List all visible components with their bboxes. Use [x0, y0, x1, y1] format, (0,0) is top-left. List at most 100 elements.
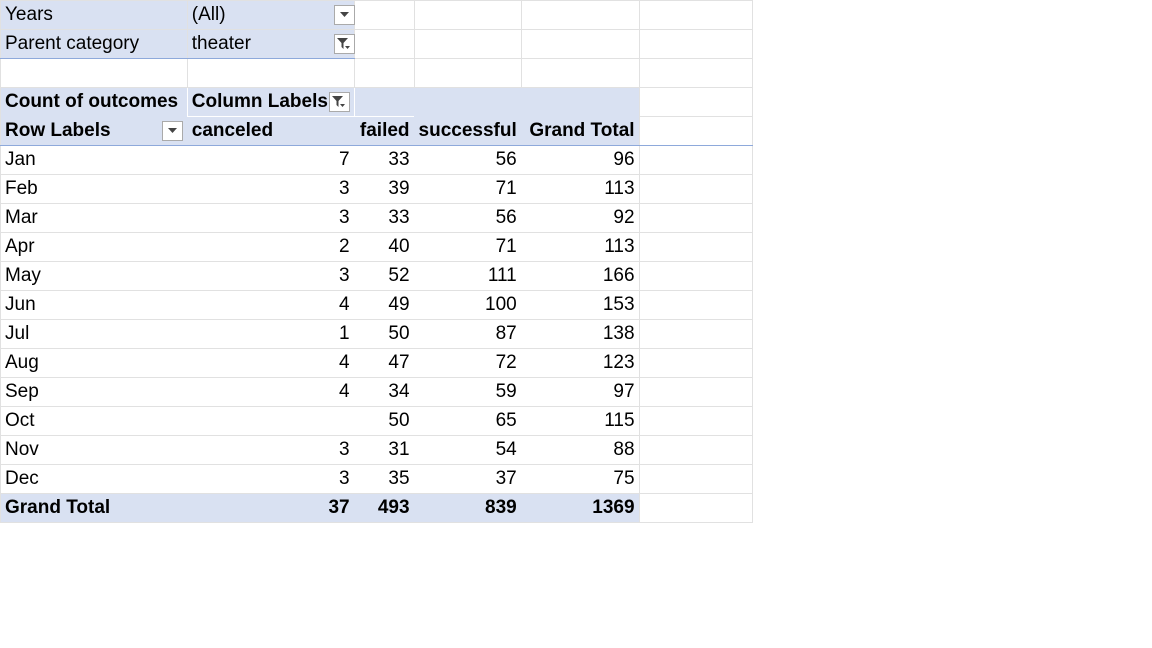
empty-cell[interactable]: [639, 319, 754, 349]
column-header-failed[interactable]: failed: [354, 116, 415, 146]
cell-canceled[interactable]: 4: [187, 290, 355, 320]
empty-cell[interactable]: [414, 29, 522, 59]
column-header-successful[interactable]: successful: [414, 116, 522, 146]
column-filter-cell[interactable]: [328, 87, 415, 117]
row-label[interactable]: Oct: [0, 406, 188, 436]
empty-cell[interactable]: [639, 87, 754, 117]
empty-cell[interactable]: [414, 58, 522, 88]
cell-grand-total[interactable]: 88: [521, 435, 640, 465]
cell-successful[interactable]: 56: [414, 145, 522, 175]
column-header-canceled[interactable]: canceled: [187, 116, 355, 146]
value-field-label[interactable]: Count of outcomes: [0, 87, 188, 117]
cell-grand-total[interactable]: 92: [521, 203, 640, 233]
dropdown-arrow-icon[interactable]: [333, 5, 355, 25]
empty-cell[interactable]: [639, 29, 754, 59]
empty-cell[interactable]: [639, 203, 754, 233]
grand-total-failed[interactable]: 493: [354, 493, 415, 523]
cell-grand-total[interactable]: 75: [521, 464, 640, 494]
row-label[interactable]: Sep: [0, 377, 188, 407]
empty-cell[interactable]: [354, 58, 415, 88]
cell-grand-total[interactable]: 153: [521, 290, 640, 320]
cell-failed[interactable]: 34: [354, 377, 415, 407]
cell-canceled[interactable]: 7: [187, 145, 355, 175]
cell-canceled[interactable]: 2: [187, 232, 355, 262]
empty-cell[interactable]: [639, 406, 754, 436]
empty-cell[interactable]: [639, 116, 754, 146]
cell-canceled[interactable]: 3: [187, 174, 355, 204]
cell-successful[interactable]: 65: [414, 406, 522, 436]
empty-cell[interactable]: [414, 0, 522, 30]
grand-total-label[interactable]: Grand Total: [0, 493, 188, 523]
grand-total-total[interactable]: 1369: [521, 493, 640, 523]
cell-successful[interactable]: 37: [414, 464, 522, 494]
empty-cell[interactable]: [187, 58, 355, 88]
cell-canceled[interactable]: 3: [187, 464, 355, 494]
cell-failed[interactable]: 35: [354, 464, 415, 494]
cell-failed[interactable]: 40: [354, 232, 415, 262]
row-label[interactable]: Jan: [0, 145, 188, 175]
cell-failed[interactable]: 47: [354, 348, 415, 378]
filter-value-cell[interactable]: theater: [187, 29, 355, 59]
cell-canceled[interactable]: 3: [187, 435, 355, 465]
cell-grand-total[interactable]: 96: [521, 145, 640, 175]
cell-successful[interactable]: 71: [414, 232, 522, 262]
cell-successful[interactable]: 59: [414, 377, 522, 407]
cell-canceled[interactable]: 1: [187, 319, 355, 349]
cell-canceled[interactable]: 4: [187, 348, 355, 378]
cell-grand-total[interactable]: 115: [521, 406, 640, 436]
empty-cell[interactable]: [639, 290, 754, 320]
empty-cell[interactable]: [639, 348, 754, 378]
row-label[interactable]: Mar: [0, 203, 188, 233]
empty-cell[interactable]: [354, 0, 415, 30]
cell-successful[interactable]: 100: [414, 290, 522, 320]
cell-successful[interactable]: 72: [414, 348, 522, 378]
cell-failed[interactable]: 31: [354, 435, 415, 465]
column-header-grand-total[interactable]: Grand Total: [521, 116, 640, 146]
empty-cell[interactable]: [639, 493, 754, 523]
cell-successful[interactable]: 87: [414, 319, 522, 349]
empty-cell[interactable]: [639, 145, 754, 175]
row-label[interactable]: Dec: [0, 464, 188, 494]
cell-failed[interactable]: 39: [354, 174, 415, 204]
grand-total-canceled[interactable]: 37: [187, 493, 355, 523]
cell-failed[interactable]: 50: [354, 406, 415, 436]
empty-cell[interactable]: [639, 464, 754, 494]
empty-cell[interactable]: [521, 0, 640, 30]
filter-active-icon[interactable]: [333, 34, 355, 54]
empty-cell[interactable]: [639, 0, 754, 30]
row-label[interactable]: Feb: [0, 174, 188, 204]
cell-successful[interactable]: 71: [414, 174, 522, 204]
cell-successful[interactable]: 111: [414, 261, 522, 291]
cell-grand-total[interactable]: 138: [521, 319, 640, 349]
empty-cell[interactable]: [354, 29, 415, 59]
cell-failed[interactable]: 50: [354, 319, 415, 349]
empty-cell[interactable]: [521, 29, 640, 59]
cell-failed[interactable]: 52: [354, 261, 415, 291]
empty-cell[interactable]: [639, 232, 754, 262]
empty-cell[interactable]: [639, 435, 754, 465]
empty-cell[interactable]: [639, 58, 754, 88]
row-label[interactable]: Nov: [0, 435, 188, 465]
row-label[interactable]: Jun: [0, 290, 188, 320]
empty-cell[interactable]: [639, 261, 754, 291]
cell-grand-total[interactable]: 123: [521, 348, 640, 378]
cell-canceled[interactable]: 3: [187, 261, 355, 291]
row-labels-cell[interactable]: Row Labels: [0, 116, 188, 146]
empty-cell[interactable]: [521, 58, 640, 88]
cell-successful[interactable]: 56: [414, 203, 522, 233]
row-label[interactable]: Jul: [0, 319, 188, 349]
empty-cell[interactable]: [639, 377, 754, 407]
cell-successful[interactable]: 54: [414, 435, 522, 465]
cell-grand-total[interactable]: 97: [521, 377, 640, 407]
cell-canceled[interactable]: 4: [187, 377, 355, 407]
filter-active-icon[interactable]: [328, 92, 350, 112]
cell-canceled[interactable]: [187, 406, 355, 436]
cell-failed[interactable]: 33: [354, 203, 415, 233]
filter-value-cell[interactable]: (All): [187, 0, 355, 30]
cell-failed[interactable]: 49: [354, 290, 415, 320]
empty-cell[interactable]: [639, 174, 754, 204]
row-label[interactable]: Apr: [0, 232, 188, 262]
row-label[interactable]: May: [0, 261, 188, 291]
empty-cell[interactable]: [0, 58, 188, 88]
row-label[interactable]: Aug: [0, 348, 188, 378]
